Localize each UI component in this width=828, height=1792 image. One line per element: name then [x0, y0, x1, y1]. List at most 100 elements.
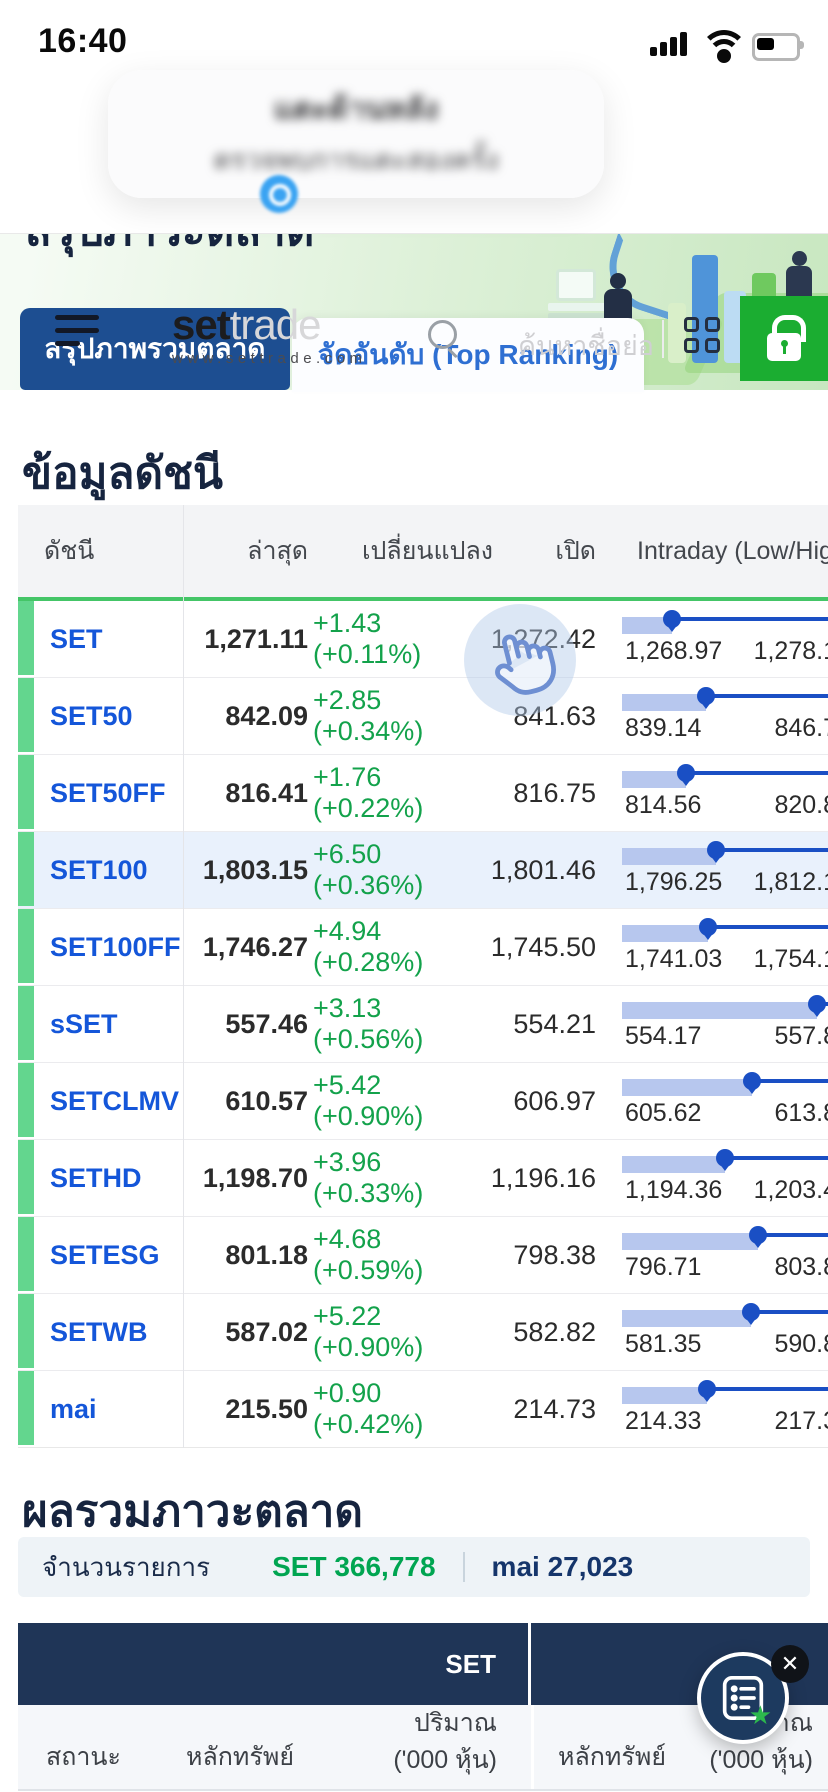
login-lock-button[interactable]: [740, 296, 828, 381]
index-row[interactable]: SET100 1,803.15 +6.50 (+0.36%) 1,801.46 …: [18, 831, 828, 908]
menu-icon[interactable]: [55, 315, 99, 351]
open-value: 1,196.16: [498, 1140, 603, 1216]
index-name[interactable]: SET50: [18, 678, 183, 754]
transaction-count-bar: จำนวนรายการ SET 366,778 mai 27,023: [18, 1537, 810, 1597]
open-value: 214.73: [498, 1371, 603, 1447]
section-divider: [531, 1705, 534, 1789]
intraday-range-bar: 605.62 613.8: [603, 1063, 828, 1139]
tap-cursor-icon: [464, 604, 576, 716]
battery-icon: [752, 33, 800, 61]
last-value: 842.09: [183, 678, 313, 754]
index-row[interactable]: SETESG 801.18 +4.68 (+0.59%) 798.38 796.…: [18, 1216, 828, 1293]
open-value: 582.82: [498, 1294, 603, 1370]
count-divider: [463, 1552, 465, 1582]
settrade-mobile-page: 16:40 settrade www.settrade.com ค้นหาชื่…: [0, 0, 828, 1792]
search-input[interactable]: ค้นหาชื่อย่อ: [478, 324, 654, 367]
change-value: +1.76 (+0.22%): [313, 755, 498, 831]
low-label: 814.56: [625, 791, 701, 820]
index-row[interactable]: SETHD 1,198.70 +3.96 (+0.33%) 1,196.16 1…: [18, 1139, 828, 1216]
index-name[interactable]: SET100FF: [18, 909, 183, 985]
banner-illustration: [610, 273, 626, 289]
intraday-range-bar: 214.33 217.3: [603, 1371, 828, 1447]
index-table-body: SET 1,271.11 +1.43 (+0.11%) 1,272.42 1,2…: [18, 601, 828, 1448]
index-row[interactable]: SET 1,271.11 +1.43 (+0.11%) 1,272.42 1,2…: [18, 601, 828, 677]
index-row[interactable]: SET100FF 1,746.27 +4.94 (+0.28%) 1,745.5…: [18, 908, 828, 985]
index-name[interactable]: SET: [18, 601, 183, 677]
search-icon[interactable]: [428, 320, 457, 349]
range-marker: [716, 1149, 734, 1167]
logo-url: www.settrade.com: [172, 350, 367, 367]
low-label: 839.14: [625, 714, 701, 743]
low-label: 796.71: [625, 1253, 701, 1282]
index-row[interactable]: SET50 842.09 +2.85 (+0.34%) 841.63 839.1…: [18, 677, 828, 754]
index-row[interactable]: SETCLMV 610.57 +5.42 (+0.90%) 606.97 605…: [18, 1062, 828, 1139]
index-name[interactable]: mai: [18, 1371, 183, 1447]
open-value: 798.38: [498, 1217, 603, 1293]
low-label: 1,796.25: [625, 868, 722, 897]
index-name[interactable]: SETWB: [18, 1294, 183, 1370]
index-name[interactable]: SETESG: [18, 1217, 183, 1293]
range-fill: [622, 1233, 758, 1250]
index-row[interactable]: SET50FF 816.41 +1.76 (+0.22%) 816.75 814…: [18, 754, 828, 831]
close-icon[interactable]: ✕: [771, 1645, 809, 1683]
open-value: 816.75: [498, 755, 603, 831]
open-value: 1,801.46: [498, 832, 603, 908]
signal-icon: [650, 32, 687, 56]
range-marker: [698, 1380, 716, 1398]
backtap-toast[interactable]: แตะด้านหลัง ตรวจพบการแตะสองครั้ง: [108, 70, 604, 198]
high-label: 803.8: [774, 1253, 828, 1282]
low-label: 214.33: [625, 1407, 701, 1436]
banner-illustration: [556, 269, 596, 301]
range-fill: [622, 1310, 751, 1327]
open-value: 1,745.50: [498, 909, 603, 985]
index-name[interactable]: SETCLMV: [18, 1063, 183, 1139]
range-marker: [697, 687, 715, 705]
high-label: 590.8: [774, 1330, 828, 1359]
high-label: 217.3: [774, 1407, 828, 1436]
range-marker: [742, 1303, 760, 1321]
last-value: 1,271.11: [183, 601, 313, 677]
banner-illustration: [792, 251, 807, 266]
change-value: +2.85 (+0.34%): [313, 678, 498, 754]
range-marker: [749, 1226, 767, 1244]
star-icon: ★: [749, 1702, 772, 1728]
index-row[interactable]: SETWB 587.02 +5.22 (+0.90%) 582.82 581.3…: [18, 1293, 828, 1370]
col-index: ดัชนี: [18, 531, 183, 571]
range-fill: [622, 694, 706, 711]
index-name[interactable]: sSET: [18, 986, 183, 1062]
index-name[interactable]: SET50FF: [18, 755, 183, 831]
low-label: 1,194.36: [625, 1176, 722, 1205]
high-label: 613.8: [774, 1099, 828, 1128]
status-bar: 16:40: [0, 0, 828, 60]
low-label: 1,741.03: [625, 945, 722, 974]
apps-grid-icon[interactable]: [684, 317, 726, 359]
range-fill: [622, 1156, 725, 1173]
range-marker: [707, 841, 725, 859]
change-value: +3.96 (+0.33%): [313, 1140, 498, 1216]
range-marker: [743, 1072, 761, 1090]
set-transaction-count: SET 366,778: [272, 1551, 435, 1583]
summary-set-header: SET: [18, 1623, 531, 1705]
open-value: 606.97: [498, 1063, 603, 1139]
open-value: 554.21: [498, 986, 603, 1062]
index-name[interactable]: SET100: [18, 832, 183, 908]
col-last: ล่าสุด: [183, 531, 313, 571]
range-marker: [699, 918, 717, 936]
change-value: +5.22 (+0.90%): [313, 1294, 498, 1370]
intraday-range-bar: 839.14 846.7: [603, 678, 828, 754]
change-value: +4.94 (+0.28%): [313, 909, 498, 985]
index-row[interactable]: mai 215.50 +0.90 (+0.42%) 214.73 214.33 …: [18, 1370, 828, 1447]
range-fill: [622, 925, 708, 942]
shortcut-icon: [260, 175, 298, 213]
intraday-range-bar: 581.35 590.8: [603, 1294, 828, 1370]
index-row[interactable]: sSET 557.46 +3.13 (+0.56%) 554.21 554.17…: [18, 985, 828, 1062]
high-label: 846.7: [774, 714, 828, 743]
index-table: ดัชนี ล่าสุด เปลี่ยนแปลง เปิด Intraday (…: [18, 505, 828, 1448]
last-value: 215.50: [183, 1371, 313, 1447]
index-name[interactable]: SETHD: [18, 1140, 183, 1216]
settrade-logo[interactable]: settrade www.settrade.com: [172, 301, 367, 367]
mai-transaction-count: mai 27,023: [492, 1551, 634, 1583]
low-label: 605.62: [625, 1099, 701, 1128]
intraday-range-bar: 1,741.03 1,754.1: [603, 909, 828, 985]
wifi-icon: [700, 30, 746, 62]
